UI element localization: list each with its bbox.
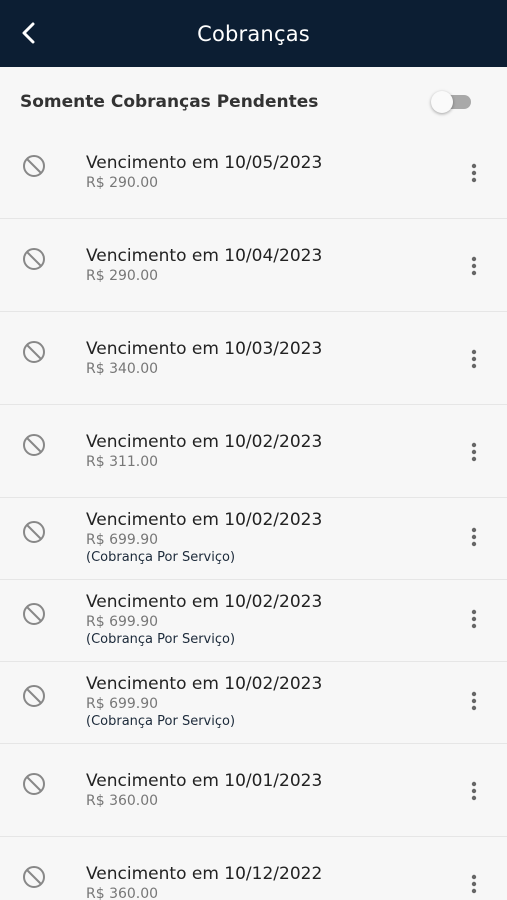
- charge-texts: Vencimento em 10/01/2023 R$ 360.00: [86, 770, 322, 810]
- cancelled-status-icon: [23, 866, 45, 888]
- charge-due-date: Vencimento em 10/02/2023: [86, 432, 323, 452]
- more-vertical-icon: [471, 256, 477, 276]
- more-vertical-icon: [471, 781, 477, 801]
- more-options-button[interactable]: [462, 872, 486, 896]
- more-vertical-icon: [471, 163, 477, 183]
- charge-note: (Cobrança Por Serviço): [86, 550, 236, 565]
- charge-amount: R$ 290.00: [86, 175, 159, 191]
- charge-amount: R$ 290.00: [86, 268, 159, 284]
- more-options-button[interactable]: [462, 779, 486, 803]
- charge-row[interactable]: Vencimento em 10/02/2023 R$ 699.90 (Cobr…: [0, 498, 507, 580]
- more-options-button[interactable]: [462, 607, 486, 631]
- more-options-button[interactable]: [462, 254, 486, 278]
- charge-texts: Vencimento em 10/02/2023 R$ 699.90 (Cobr…: [86, 591, 322, 649]
- pending-filter-label: Somente Cobranças Pendentes: [20, 92, 319, 112]
- toggle-knob: [431, 91, 453, 113]
- charge-amount: R$ 340.00: [86, 361, 159, 377]
- charge-texts: Vencimento em 10/05/2023 R$ 290.00: [86, 152, 322, 192]
- cancelled-status-icon: [23, 773, 45, 795]
- chevron-left-icon: [22, 22, 35, 44]
- charge-texts: Vencimento em 10/03/2023 R$ 340.00: [86, 338, 322, 378]
- charge-texts: Vencimento em 10/02/2023 R$ 699.90 (Cobr…: [86, 509, 322, 567]
- cancelled-status-icon: [23, 155, 45, 177]
- charge-texts: Vencimento em 10/02/2023 R$ 699.90 (Cobr…: [86, 673, 322, 731]
- more-options-button[interactable]: [462, 525, 486, 549]
- more-vertical-icon: [471, 609, 477, 629]
- charge-row[interactable]: Vencimento em 10/12/2022 R$ 360.00: [0, 837, 507, 900]
- charge-note: (Cobrança Por Serviço): [86, 632, 236, 647]
- charge-amount: R$ 360.00: [86, 886, 159, 900]
- more-vertical-icon: [471, 527, 477, 547]
- charge-amount: R$ 699.90: [86, 532, 159, 548]
- charge-row[interactable]: Vencimento em 10/02/2023 R$ 699.90 (Cobr…: [0, 580, 507, 662]
- more-options-button[interactable]: [462, 440, 486, 464]
- charge-due-date: Vencimento em 10/03/2023: [86, 339, 323, 359]
- cancelled-status-icon: [23, 341, 45, 363]
- more-vertical-icon: [471, 442, 477, 462]
- charge-due-date: Vencimento em 10/05/2023: [86, 153, 323, 173]
- charge-amount: R$ 311.00: [86, 454, 159, 470]
- more-vertical-icon: [471, 691, 477, 711]
- charge-due-date: Vencimento em 10/01/2023: [86, 771, 323, 791]
- cancelled-status-icon: [23, 603, 45, 625]
- charge-row[interactable]: Vencimento em 10/02/2023 R$ 311.00: [0, 405, 507, 498]
- charge-row[interactable]: Vencimento em 10/05/2023 R$ 290.00: [0, 126, 507, 219]
- charge-texts: Vencimento em 10/02/2023 R$ 311.00: [86, 431, 322, 471]
- charge-row[interactable]: Vencimento em 10/03/2023 R$ 340.00: [0, 312, 507, 405]
- cancelled-status-icon: [23, 521, 45, 543]
- charge-texts: Vencimento em 10/12/2022 R$ 360.00: [86, 863, 322, 900]
- charge-due-date: Vencimento em 10/02/2023: [86, 592, 323, 612]
- more-vertical-icon: [471, 349, 477, 369]
- more-options-button[interactable]: [462, 347, 486, 371]
- charge-amount: R$ 699.90: [86, 614, 159, 630]
- charge-texts: Vencimento em 10/04/2023 R$ 290.00: [86, 245, 322, 285]
- charge-due-date: Vencimento em 10/02/2023: [86, 510, 323, 530]
- more-vertical-icon: [471, 874, 477, 894]
- charge-row[interactable]: Vencimento em 10/02/2023 R$ 699.90 (Cobr…: [0, 662, 507, 744]
- more-options-button[interactable]: [462, 689, 486, 713]
- charge-due-date: Vencimento em 10/04/2023: [86, 246, 323, 266]
- back-button[interactable]: [14, 18, 44, 48]
- charge-due-date: Vencimento em 10/02/2023: [86, 674, 323, 694]
- page-title: Cobranças: [197, 21, 310, 46]
- app-header: Cobranças: [0, 0, 507, 67]
- more-options-button[interactable]: [462, 161, 486, 185]
- charge-due-date: Vencimento em 10/12/2022: [86, 864, 323, 884]
- charges-list: Vencimento em 10/05/2023 R$ 290.00 Venci…: [0, 126, 507, 900]
- charge-amount: R$ 699.90: [86, 696, 159, 712]
- charge-row[interactable]: Vencimento em 10/04/2023 R$ 290.00: [0, 219, 507, 312]
- charge-amount: R$ 360.00: [86, 793, 159, 809]
- cancelled-status-icon: [23, 685, 45, 707]
- charge-row[interactable]: Vencimento em 10/01/2023 R$ 360.00: [0, 744, 507, 837]
- pending-filter-toggle[interactable]: [431, 91, 473, 113]
- cancelled-status-icon: [23, 248, 45, 270]
- cancelled-status-icon: [23, 434, 45, 456]
- charge-note: (Cobrança Por Serviço): [86, 714, 236, 729]
